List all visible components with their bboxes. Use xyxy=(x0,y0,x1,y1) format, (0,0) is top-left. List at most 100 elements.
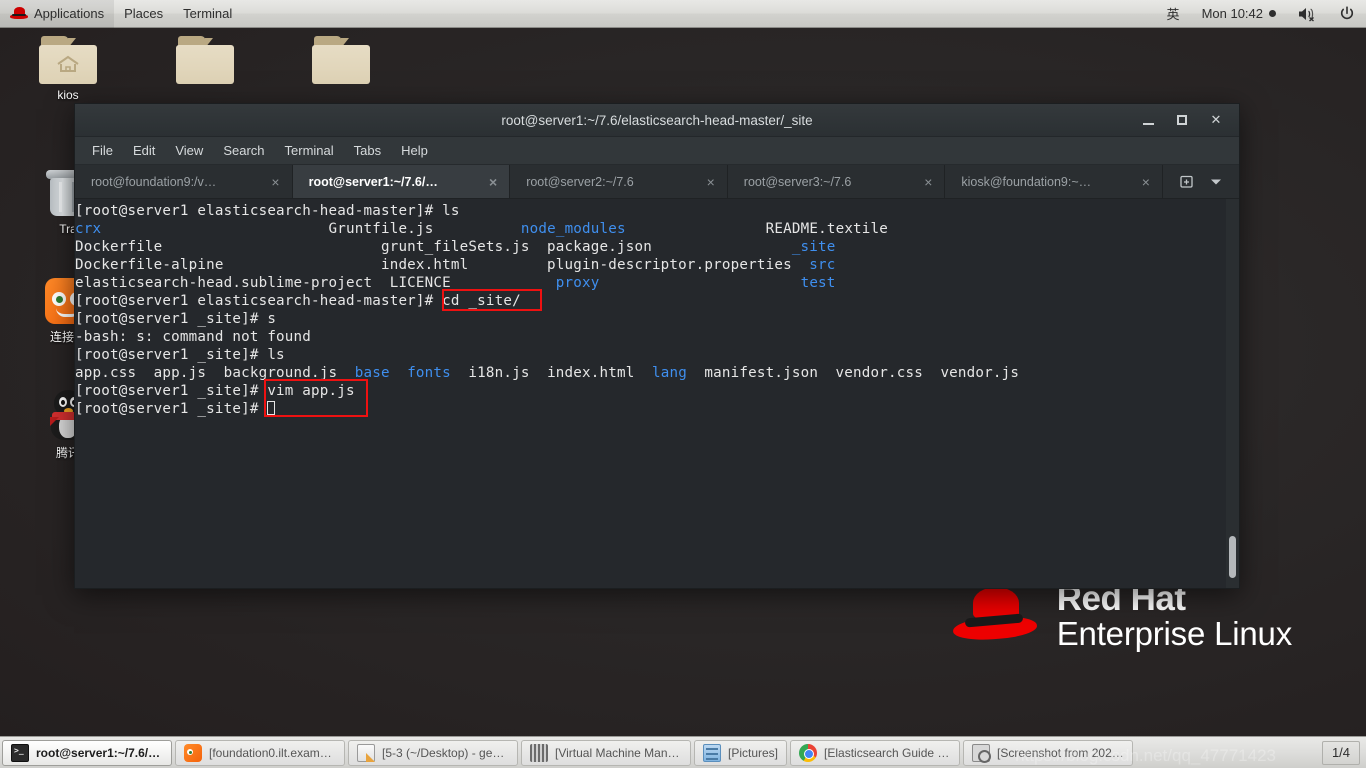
terminal-line: [root@server1 _site]# vim app.js xyxy=(75,382,1019,400)
terminal-span: [root@server1 _site]# s xyxy=(75,311,277,327)
terminal-line: app.css app.js background.js base fonts … xyxy=(75,364,1019,382)
tab-label: root@server3:~/7.6 xyxy=(743,174,852,189)
terminal-line: [root@server1 _site]# ls xyxy=(75,346,1019,364)
terminal-line: [root@server1 _site]# xyxy=(75,400,1019,418)
taskbar-item-label: [Virtual Machine Manag… xyxy=(555,745,682,760)
close-icon[interactable]: × xyxy=(1142,175,1150,189)
taskbar-item-label: [Pictures] xyxy=(728,745,779,760)
taskbar-item-virt-manager[interactable]: [Virtual Machine Manag… xyxy=(521,739,691,766)
directory-entry: lang xyxy=(651,365,687,381)
taskbar-item-terminal[interactable]: root@server1:~/7.6/el… xyxy=(2,739,172,766)
desktop-icon-home[interactable]: kios xyxy=(26,36,110,102)
close-icon[interactable]: × xyxy=(707,175,715,189)
workspace-indicator[interactable]: 1/4 xyxy=(1322,740,1360,765)
terminal-line: Dockerfile grunt_fileSets.js package.jso… xyxy=(75,238,1019,256)
menu-file[interactable]: File xyxy=(83,140,122,161)
menu-edit[interactable]: Edit xyxy=(124,140,164,161)
window-title-bar[interactable]: root@server1:~/7.6/elasticsearch-head-ma… xyxy=(75,104,1239,137)
terminal-line: [root@server1 elasticsearch-head-master]… xyxy=(75,292,1019,310)
terminal-span: Dockerfile-alpine index.html plugin-desc… xyxy=(75,257,810,273)
terminal-span xyxy=(390,365,407,381)
places-menu[interactable]: Places xyxy=(114,0,173,28)
desktop-icon-folder-3[interactable] xyxy=(299,36,383,88)
home-folder-icon xyxy=(39,36,97,84)
workspace-label: 1/4 xyxy=(1331,745,1351,760)
power-icon[interactable] xyxy=(1328,0,1366,28)
menu-view[interactable]: View xyxy=(166,140,212,161)
menu-terminal[interactable]: Terminal xyxy=(276,140,343,161)
tab-kiosk-foundation9[interactable]: kiosk@foundation9:~… × xyxy=(945,165,1163,198)
terminal-scrollbar[interactable] xyxy=(1226,199,1239,588)
terminal-span: Gruntfile.js xyxy=(328,221,521,237)
folder-icon xyxy=(176,36,234,84)
terminal-span: elasticsearch-head.sublime-project LICEN… xyxy=(75,275,556,291)
chrome-icon xyxy=(799,743,818,762)
menu-search[interactable]: Search xyxy=(214,140,273,161)
directory-entry: _site xyxy=(791,239,836,255)
new-tab-icon[interactable] xyxy=(1173,169,1199,195)
directory-entry: proxy xyxy=(555,275,600,291)
tab-label: kiosk@foundation9:~… xyxy=(961,174,1092,189)
close-icon[interactable]: × xyxy=(271,175,279,189)
directory-entry: crx xyxy=(75,221,102,237)
terminal-icon xyxy=(11,743,29,762)
redhat-logo-icon xyxy=(10,7,28,20)
redhat-logo-icon xyxy=(952,585,1038,647)
close-icon[interactable]: × xyxy=(489,175,497,189)
terminal-line: elasticsearch-head.sublime-project LICEN… xyxy=(75,274,1019,292)
close-icon[interactable]: × xyxy=(924,175,932,189)
input-method-indicator[interactable]: 英 xyxy=(1156,0,1191,28)
notification-dot-icon xyxy=(1269,10,1276,17)
terminal-span: Dockerfile grunt_fileSets.js package.jso… xyxy=(75,239,792,255)
terminal-span: [root@server1 _site]# ls xyxy=(75,347,285,363)
maximize-button[interactable] xyxy=(1165,107,1199,134)
terminal-span: README.textile xyxy=(765,221,889,237)
taskbar-item-foundation0[interactable]: [foundation0.ilt.exampl… xyxy=(175,739,345,766)
terminal-span: [root@server1 _site]# vim app.js xyxy=(75,383,355,399)
terminal-span xyxy=(101,221,328,237)
menu-help[interactable]: Help xyxy=(392,140,437,161)
clock-label: Mon 10:42 xyxy=(1201,6,1263,21)
applications-menu[interactable]: Applications xyxy=(0,0,115,28)
tab-server2[interactable]: root@server2:~/7.6 × xyxy=(510,165,728,198)
desktop-icon-folder-2[interactable] xyxy=(163,36,247,88)
tab-foundation9[interactable]: root@foundation9:/v… × xyxy=(75,165,293,198)
places-menu-label: Places xyxy=(124,6,164,21)
brand-line-2: Enterprise Linux xyxy=(1056,615,1292,653)
terminal-output-area[interactable]: [root@server1 elasticsearch-head-master]… xyxy=(75,199,1239,588)
chevron-down-icon[interactable] xyxy=(1203,169,1229,195)
menu-tabs[interactable]: Tabs xyxy=(345,140,390,161)
files-icon xyxy=(703,743,721,762)
window-title: root@server1:~/7.6/elasticsearch-head-ma… xyxy=(501,112,813,128)
scrollbar-thumb[interactable] xyxy=(1229,536,1236,578)
taskbar-item-label: [Elasticsearch Guide [7.… xyxy=(824,745,952,760)
taskbar-item-chrome[interactable]: [Elasticsearch Guide [7.… xyxy=(790,739,961,766)
close-button[interactable]: ✕ xyxy=(1199,107,1233,134)
terminal-menu-bar: File Edit View Search Terminal Tabs Help xyxy=(75,137,1239,165)
app-orange-icon xyxy=(184,743,202,762)
directory-entry: base xyxy=(354,365,390,381)
terminal-span: [root@server1 _site]# xyxy=(75,401,268,417)
terminal-menu[interactable]: Terminal xyxy=(173,0,242,28)
minimize-button[interactable] xyxy=(1131,107,1165,134)
clock[interactable]: Mon 10:42 xyxy=(1191,0,1287,28)
tab-label: root@server1:~/7.6/… xyxy=(308,174,438,189)
terminal-line: crx Gruntfile.js node_modules README.tex… xyxy=(75,220,1019,238)
tab-server3[interactable]: root@server3:~/7.6 × xyxy=(728,165,946,198)
directory-entry: src xyxy=(809,257,836,273)
taskbar: root@server1:~/7.6/el… [foundation0.ilt.… xyxy=(0,736,1366,768)
directory-entry: test xyxy=(800,275,836,291)
tab-bar-tools xyxy=(1163,165,1239,198)
taskbar-item-gedit[interactable]: [5-3 (~/Desktop) - ged… xyxy=(348,739,518,766)
taskbar-item-screenshot[interactable]: [Screenshot from 202… xyxy=(963,739,1133,766)
taskbar-item-label: [5-3 (~/Desktop) - ged… xyxy=(382,745,509,760)
rhel-branding: Red Hat Enterprise Linux xyxy=(952,580,1292,653)
tab-label: root@server2:~/7.6 xyxy=(526,174,634,189)
terminal-line: [root@server1 _site]# s xyxy=(75,310,1019,328)
terminal-window[interactable]: root@server1:~/7.6/elasticsearch-head-ma… xyxy=(74,103,1240,589)
volume-muted-icon[interactable] xyxy=(1287,0,1328,28)
tab-server1[interactable]: root@server1:~/7.6/… × xyxy=(292,165,511,198)
taskbar-item-pictures[interactable]: [Pictures] xyxy=(694,739,788,766)
terminal-cursor xyxy=(267,401,276,415)
terminal-line: -bash: s: command not found xyxy=(75,328,1019,346)
